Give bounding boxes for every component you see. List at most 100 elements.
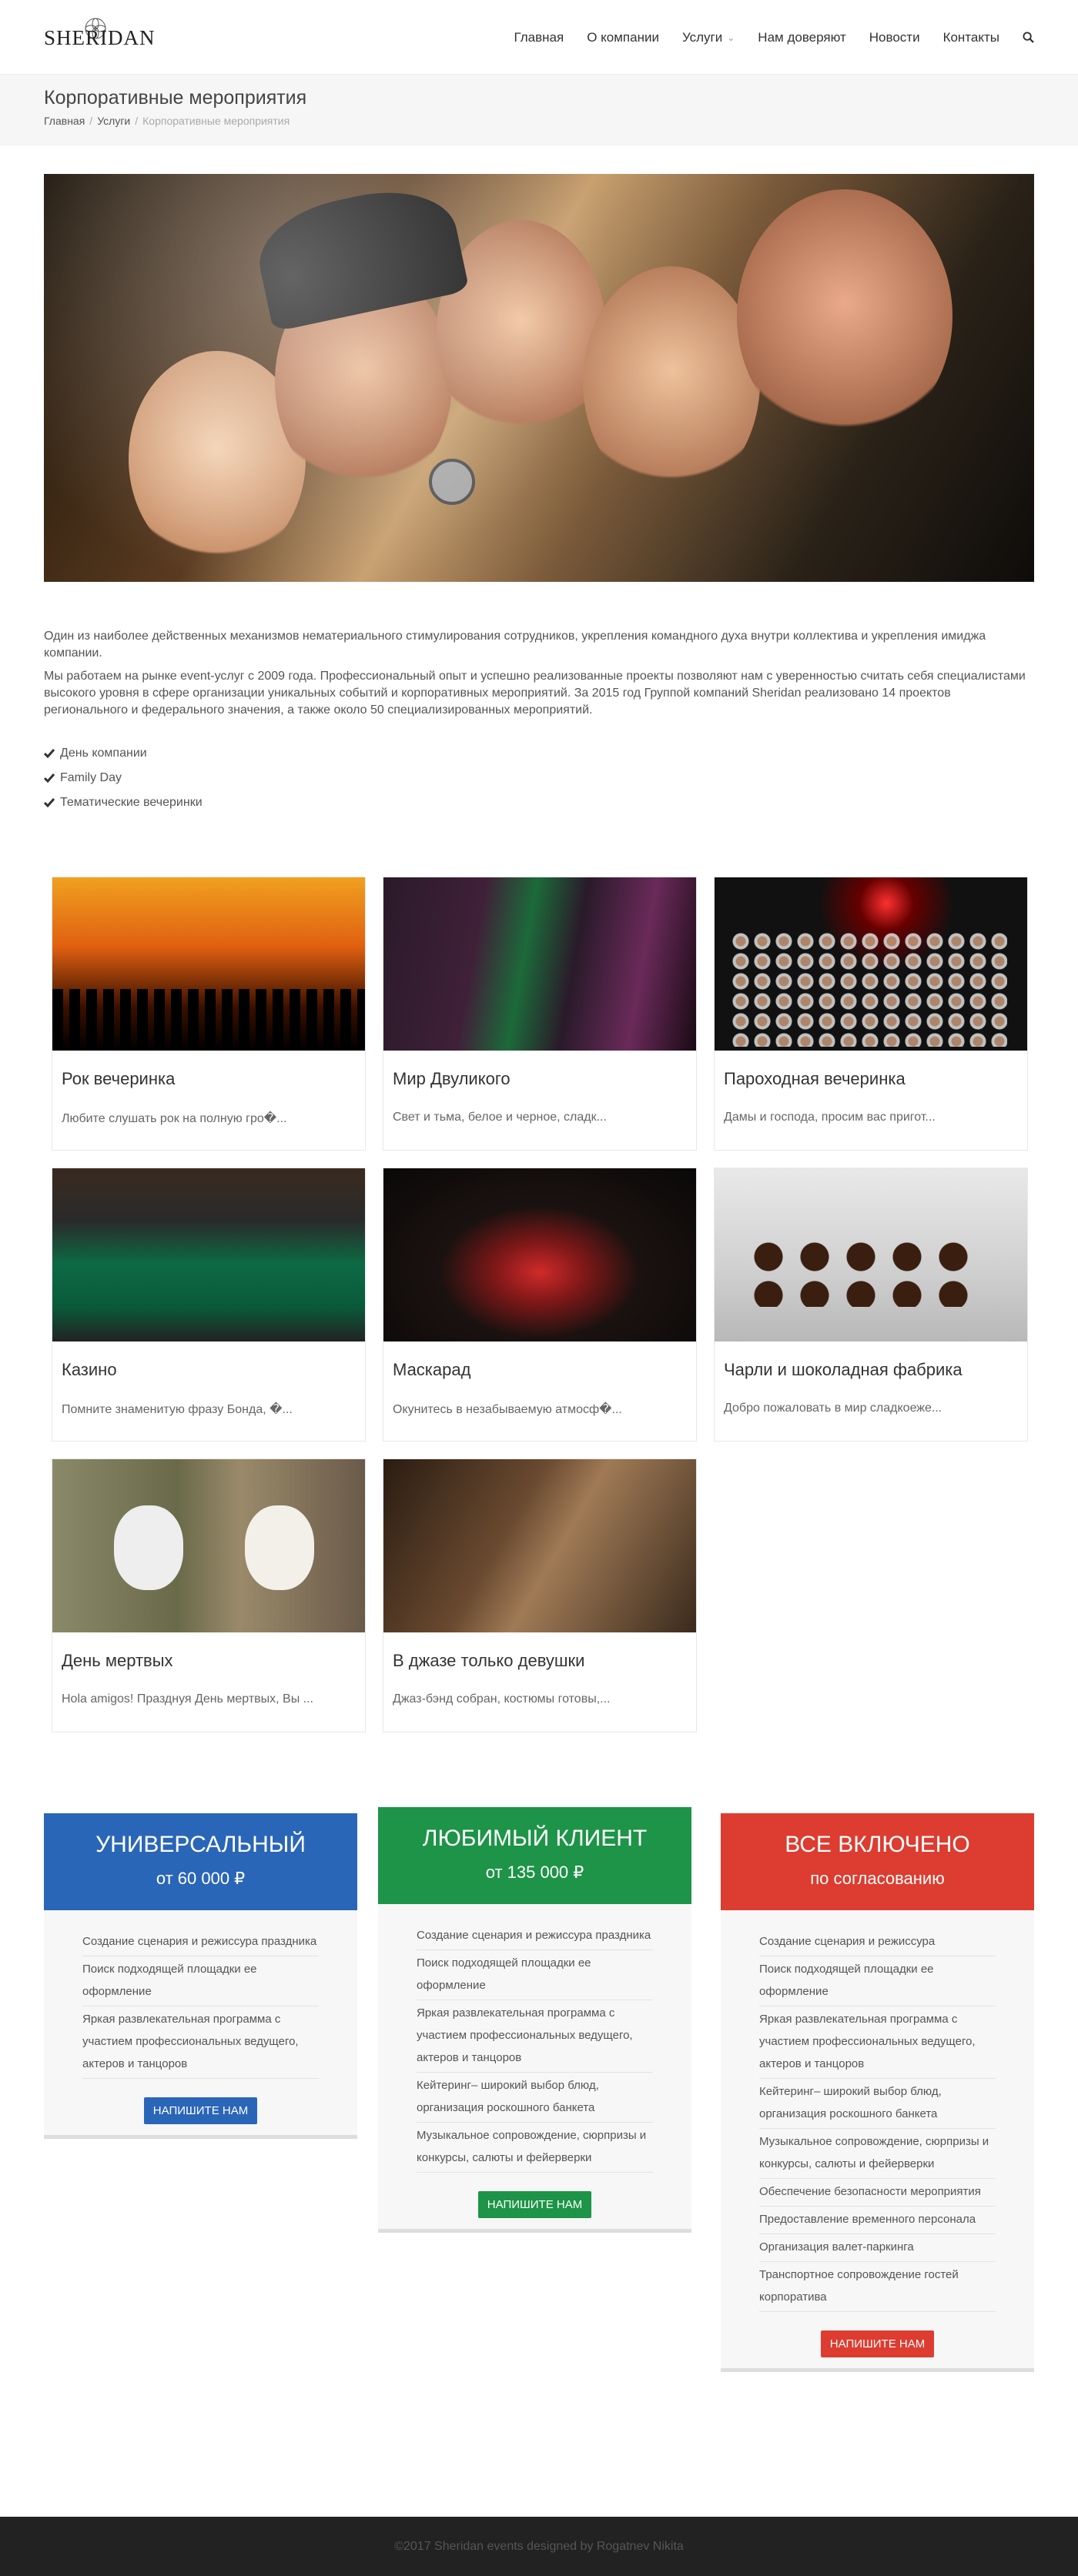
event-card-chocolate[interactable]: Чарли и шоколадная фабрика Добро пожалов… (714, 1168, 1028, 1442)
card-title: Пароходная вечеринка (724, 1069, 906, 1088)
site-footer: ©2017 Sheridan events designed by Rogatn… (0, 2517, 1078, 2576)
plan-feature: Обеспечение безопасности мероприятия (759, 2179, 996, 2207)
event-cards-grid: Рок вечеринка Любите слушать рок на полн… (44, 877, 1034, 1732)
list-item-label: Тематические вечеринки (60, 796, 203, 809)
card-title: Рок вечеринка (62, 1069, 176, 1088)
contact-button[interactable]: Напишите нам (820, 2330, 935, 2357)
plan-name: ЛЮБИМЫЙ КЛИЕНТ (422, 1826, 648, 1851)
list-item: День компании (44, 747, 1034, 760)
breadcrumb-link-home[interactable]: Главная (44, 115, 85, 127)
pricing-plan-favorite: ЛЮБИМЫЙ КЛИЕНТ от 135 000 ₽ Создание сце… (378, 1807, 691, 2233)
plan-features: Создание сценария и режиссура праздника … (378, 1904, 691, 2173)
footer-copyright: ©2017 Sheridan events designed by Rogatn… (394, 2540, 684, 2553)
card-excerpt: Помните знаменитую фразу Бонда, �... (62, 1403, 293, 1416)
list-item-label: Family Day (60, 771, 122, 784)
plan-feature: Поиск подходящей площадки ее оформление (417, 1950, 653, 2000)
nav-label: Контакты (942, 29, 999, 45)
plan-feature: Организация валет-паркинга (759, 2234, 996, 2262)
site-header: SHERIDAN Главная О компании Услуги ⌄ Нам … (0, 0, 1078, 75)
plan-feature: Создание сценария и режиссура (759, 1929, 996, 1956)
plan-header: ЛЮБИМЫЙ КЛИЕНТ от 135 000 ₽ (378, 1807, 691, 1904)
event-card-rock[interactable]: Рок вечеринка Любите слушать рок на полн… (52, 877, 366, 1151)
contact-button[interactable]: Напишите нам (143, 2097, 258, 2124)
event-card-two-face[interactable]: Мир Двуликого Свет и тьма, белое и черно… (383, 877, 697, 1151)
card-title: Казино (62, 1360, 117, 1379)
hero-image (44, 174, 1034, 582)
list-item: Тематические вечеринки (44, 796, 1034, 810)
event-types-list: День компании Family Day Тематические ве… (44, 747, 1034, 810)
nav-label: Главная (514, 29, 564, 45)
plan-feature: Яркая развлекательная программа с участи… (759, 2006, 996, 2079)
plan-name: УНИВЕРСАЛЬНЫЙ (95, 1832, 306, 1857)
card-title: В джазе только девушки (393, 1651, 585, 1670)
plan-header: УНИВЕРСАЛЬНЫЙ от 60 000 ₽ (44, 1813, 357, 1910)
intro-paragraph: Мы работаем на рынке event-услуг с 2009 … (44, 670, 1026, 717)
plan-feature: Создание сценария и режиссура праздника (82, 1929, 319, 1956)
intro-paragraph: Один из наиболее действенных механизмов … (44, 630, 986, 660)
card-excerpt: Добро пожаловать в мир сладкоеже... (724, 1402, 942, 1415)
plan-feature: Поиск подходящей площадки ее оформление (82, 1956, 319, 2006)
card-image (383, 1459, 696, 1632)
card-title: День мертвых (62, 1651, 173, 1670)
nav-label: Услуги (681, 29, 723, 45)
card-excerpt: Дамы и господа, просим вас пригот... (724, 1111, 936, 1124)
card-excerpt: Hola amigos! Празднуя День мертвых, Вы .… (62, 1692, 313, 1706)
card-excerpt: Джаз-бэнд собран, костюмы готовы,... (393, 1692, 611, 1706)
contact-button[interactable]: Напишите нам (477, 2191, 592, 2218)
card-excerpt: Любите слушать рок на полную гро�... (62, 1112, 287, 1125)
card-image (383, 877, 696, 1051)
card-image (715, 1168, 1027, 1341)
chevron-down-icon: ⌄ (727, 32, 735, 43)
main-nav: Главная О компании Услуги ⌄ Нам доверяют … (502, 0, 1034, 75)
nav-label: О компании (587, 29, 659, 45)
nav-label: Нам доверяют (758, 29, 846, 45)
list-item: Family Day (44, 771, 1034, 785)
event-card-steamboat[interactable]: Пароходная вечеринка Дамы и господа, про… (714, 877, 1028, 1151)
breadcrumb-link-services[interactable]: Услуги (97, 115, 130, 127)
nav-item-services[interactable]: Услуги ⌄ (671, 30, 746, 45)
search-button[interactable] (1011, 32, 1034, 43)
event-card-casino[interactable]: Казино Помните знаменитую фразу Бонда, �… (52, 1168, 366, 1442)
event-card-masquerade[interactable]: Маскарад Окунитесь в незабываемую атмосф… (383, 1168, 697, 1442)
plan-price: по согласованию (810, 1869, 945, 1888)
plan-feature: Поиск подходящей площадки ее оформление (759, 1956, 996, 2006)
plan-feature: Музыкальное сопровождение, сюрпризы и ко… (417, 2123, 653, 2173)
plan-feature: Создание сценария и режиссура праздника (417, 1923, 653, 1950)
card-image (52, 1168, 365, 1341)
plan-features: Создание сценария и режиссура Поиск подх… (721, 1910, 1034, 2312)
card-title: Маскарад (393, 1360, 471, 1379)
plan-feature: Кейтеринг– широкий выбор блюд, организац… (759, 2079, 996, 2129)
plan-feature: Музыкальное сопровождение, сюрпризы и ко… (759, 2129, 996, 2179)
plan-feature: Транспортное сопровождение гостей корпор… (759, 2262, 996, 2312)
plan-feature: Предоставление временного персонала (759, 2207, 996, 2234)
nav-item-home[interactable]: Главная (502, 30, 575, 45)
plan-feature: Яркая развлекательная программа с участи… (417, 2000, 653, 2073)
nav-item-clients[interactable]: Нам доверяют (746, 30, 857, 45)
nav-item-news[interactable]: Новости (858, 30, 932, 45)
card-image (52, 1459, 365, 1632)
search-icon (1023, 32, 1034, 43)
plan-feature: Яркая развлекательная программа с участи… (82, 2006, 319, 2079)
event-card-day-of-dead[interactable]: День мертвых Hola amigos! Празднуя День … (52, 1458, 366, 1732)
pricing-plan-universal: УНИВЕРСАЛЬНЫЙ от 60 000 ₽ Создание сцена… (44, 1813, 357, 2139)
pricing-plan-all-inclusive: ВСЕ ВКЛЮЧЕНО по согласованию Создание сц… (721, 1813, 1034, 2372)
card-image (52, 877, 365, 1051)
plan-header: ВСЕ ВКЛЮЧЕНО по согласованию (721, 1813, 1034, 1910)
page-title-bar: Корпоративные мероприятия Главная / Услуги… (0, 75, 1078, 145)
plan-price: от 135 000 ₽ (485, 1863, 584, 1882)
card-excerpt: Окунитесь в незабываемую атмосф�... (393, 1403, 622, 1416)
card-title: Мир Двуликого (393, 1069, 511, 1088)
check-icon (44, 798, 55, 807)
nav-label: Новости (869, 29, 920, 45)
page-title: Корпоративные мероприятия (44, 87, 307, 109)
check-icon (44, 749, 55, 758)
plan-price: от 60 000 ₽ (156, 1869, 246, 1888)
event-card-jazz-girls[interactable]: В джазе только девушки Джаз-бэнд собран,… (383, 1458, 697, 1732)
logo[interactable]: SHERIDAN (44, 17, 155, 57)
intro-text: Один из наиболее действенных механизмов … (44, 628, 1034, 719)
list-item-label: День компании (60, 747, 147, 760)
card-image (383, 1168, 696, 1341)
nav-item-about[interactable]: О компании (575, 30, 671, 45)
nav-item-contacts[interactable]: Контакты (932, 30, 1011, 45)
pricing-section: УНИВЕРСАЛЬНЫЙ от 60 000 ₽ Создание сцена… (44, 1807, 1034, 2467)
